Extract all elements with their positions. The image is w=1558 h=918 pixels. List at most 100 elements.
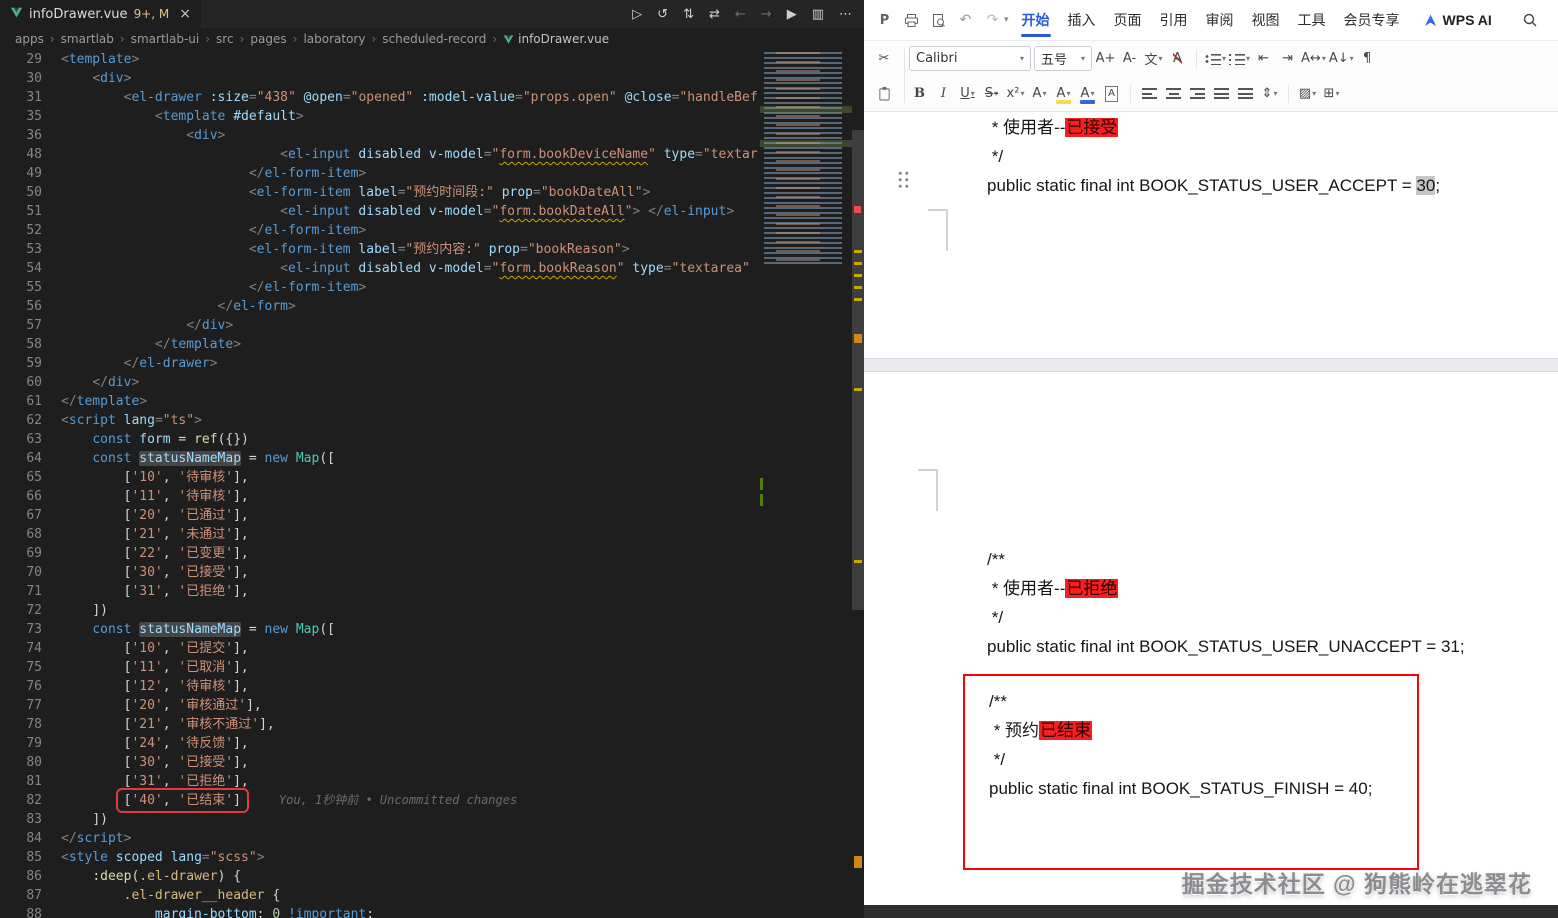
refresh-icon[interactable]: ↺: [657, 7, 668, 22]
code-line[interactable]: <el-form-item label="预约内容:" prop="bookRe…: [61, 240, 760, 259]
code-line[interactable]: ['12', '待审核'],: [61, 677, 760, 696]
increase-font-button[interactable]: A+: [1095, 47, 1116, 71]
menu-member[interactable]: 会员专享: [1335, 1, 1409, 39]
code-line[interactable]: <el-form-item label="预约时间段:" prop="bookD…: [61, 183, 760, 202]
breadcrumb-item[interactable]: pages: [250, 32, 286, 46]
code-line[interactable]: ['24', '待反馈'],: [61, 734, 760, 753]
borders-button[interactable]: ⊞▾: [1321, 82, 1342, 106]
code-line[interactable]: </el-form-item>: [61, 221, 760, 240]
line-spacing-button[interactable]: ⇕▾: [1259, 82, 1280, 106]
minimap[interactable]: [760, 50, 852, 918]
menu-tools[interactable]: 工具: [1289, 1, 1335, 39]
numbered-list-button[interactable]: ▾: [1229, 47, 1250, 71]
menu-home[interactable]: 开始: [1013, 1, 1059, 39]
undo-button[interactable]: ↶: [953, 8, 978, 33]
code-line[interactable]: :deep(.el-drawer) {: [61, 867, 760, 886]
italic-button[interactable]: I: [933, 82, 954, 106]
highlight-color-button[interactable]: A▾: [1053, 82, 1074, 106]
doc-text-line[interactable]: public static final int BOOK_STATUS_USER…: [987, 171, 1440, 200]
redo-dropdown-icon[interactable]: ▾: [1004, 15, 1009, 25]
wps-ai-button[interactable]: WPS AI: [1423, 12, 1492, 28]
sort-button[interactable]: A↓▾: [1329, 47, 1354, 71]
code-line[interactable]: </template>: [61, 392, 760, 411]
doc-text-line[interactable]: public static final int BOOK_STATUS_USER…: [987, 632, 1465, 661]
shading-button[interactable]: ▨▾: [1297, 82, 1318, 106]
forward-icon[interactable]: →: [761, 7, 772, 22]
code-line[interactable]: ['10', '已提交'],: [61, 639, 760, 658]
scrollbar-thumb[interactable]: [852, 130, 864, 610]
code-line[interactable]: ['40', '已结束']You, 1秒钟前 • Uncommitted cha…: [61, 791, 760, 810]
align-left-button[interactable]: [1139, 82, 1160, 106]
doc-text-line[interactable]: */: [989, 745, 1372, 774]
code-line[interactable]: <template #default>: [61, 107, 760, 126]
code-line[interactable]: ['11', '已取消'],: [61, 658, 760, 677]
breadcrumb-item[interactable]: smartlab-ui: [131, 32, 200, 46]
code-line[interactable]: const statusNameMap = new Map([: [61, 620, 760, 639]
print-button[interactable]: [899, 8, 924, 33]
align-justify-button[interactable]: [1211, 82, 1232, 106]
bullet-list-button[interactable]: ▾: [1205, 47, 1226, 71]
code-line[interactable]: ['22', '已变更'],: [61, 544, 760, 563]
code-line[interactable]: <div>: [61, 126, 760, 145]
code-line[interactable]: ]): [61, 601, 760, 620]
align-center-button[interactable]: [1163, 82, 1184, 106]
strikethrough-button[interactable]: S▾: [981, 82, 1002, 106]
code-line[interactable]: const form = ref({}): [61, 430, 760, 449]
more-actions-icon[interactable]: ⋯: [839, 7, 852, 22]
run-file-icon[interactable]: ▶: [787, 7, 797, 22]
tab-infodrawer[interactable]: infoDrawer.vue 9+, M ×: [0, 0, 201, 28]
char-scale-button[interactable]: A↔▾: [1301, 47, 1326, 71]
decrease-indent-button[interactable]: ⇤: [1253, 47, 1274, 71]
code-line[interactable]: <el-input disabled v-model="form.bookDev…: [61, 145, 760, 164]
split-editor-icon[interactable]: ▥: [812, 7, 824, 22]
code-lines[interactable]: <template> <div> <el-drawer :size="438" …: [42, 50, 760, 918]
tab-close-icon[interactable]: ×: [179, 6, 191, 22]
code-line[interactable]: <el-input disabled v-model="form.bookDat…: [61, 202, 760, 221]
document-area[interactable]: * 使用者--已接受 */public static final int BOO…: [864, 112, 1558, 918]
doc-text-line[interactable]: */: [987, 603, 1465, 632]
print-preview-button[interactable]: [926, 8, 951, 33]
menu-view[interactable]: 视图: [1243, 1, 1289, 39]
breadcrumb-item[interactable]: smartlab: [61, 32, 114, 46]
code-line[interactable]: ['21', '审核不通过'],: [61, 715, 760, 734]
code-line[interactable]: margin-bottom: 0 !important;: [61, 905, 760, 918]
code-line[interactable]: </el-drawer>: [61, 354, 760, 373]
breadcrumb-item[interactable]: src: [216, 32, 234, 46]
menu-review[interactable]: 审阅: [1197, 1, 1243, 39]
code-line[interactable]: ['31', '已拒绝'],: [61, 772, 760, 791]
decrease-font-button[interactable]: A-: [1119, 47, 1140, 71]
back-icon[interactable]: ←: [735, 7, 746, 22]
menu-insert[interactable]: 插入: [1059, 1, 1105, 39]
bold-button[interactable]: B: [909, 82, 930, 106]
source-control-compare-icon[interactable]: ⇅: [683, 7, 694, 22]
code-line[interactable]: ['11', '待审核'],: [61, 487, 760, 506]
breadcrumb-item[interactable]: laboratory: [303, 32, 365, 46]
code-line[interactable]: </el-form-item>: [61, 164, 760, 183]
code-line[interactable]: </div>: [61, 316, 760, 335]
code-line[interactable]: <script lang="ts">: [61, 411, 760, 430]
doc-text-line[interactable]: public static final int BOOK_STATUS_FINI…: [989, 774, 1372, 803]
cut-button[interactable]: ✂: [874, 47, 895, 71]
code-line[interactable]: </div>: [61, 373, 760, 392]
doc-text-line[interactable]: * 使用者--已拒绝: [987, 574, 1465, 603]
show-paragraph-marks-button[interactable]: ¶: [1357, 47, 1378, 71]
breadcrumb-item[interactable]: apps: [15, 32, 44, 46]
doc-text-line[interactable]: /**: [989, 687, 1372, 716]
code-line[interactable]: ['20', '审核通过'],: [61, 696, 760, 715]
code-line[interactable]: </el-form-item>: [61, 278, 760, 297]
code-line[interactable]: </el-form>: [61, 297, 760, 316]
font-name-select[interactable]: Calibri▾: [909, 46, 1031, 71]
text-effects-button[interactable]: A▾: [1029, 82, 1050, 106]
underline-button[interactable]: U▾: [957, 82, 978, 106]
font-color-button[interactable]: A▾: [1077, 82, 1098, 106]
search-icon[interactable]: [1522, 12, 1538, 28]
code-line[interactable]: <el-drawer :size="438" @open="opened" :m…: [61, 88, 760, 107]
code-line[interactable]: <style scoped lang="scss">: [61, 848, 760, 867]
run-icon[interactable]: ▷: [632, 7, 642, 22]
code-line[interactable]: ['21', '未通过'],: [61, 525, 760, 544]
clear-format-button[interactable]: A: [1167, 47, 1188, 71]
paragraph-drag-handle-icon[interactable]: [897, 170, 910, 189]
code-line[interactable]: ]): [61, 810, 760, 829]
doc-text-line[interactable]: * 预约已结束: [989, 716, 1372, 745]
editor-scrollbar[interactable]: [852, 50, 864, 918]
